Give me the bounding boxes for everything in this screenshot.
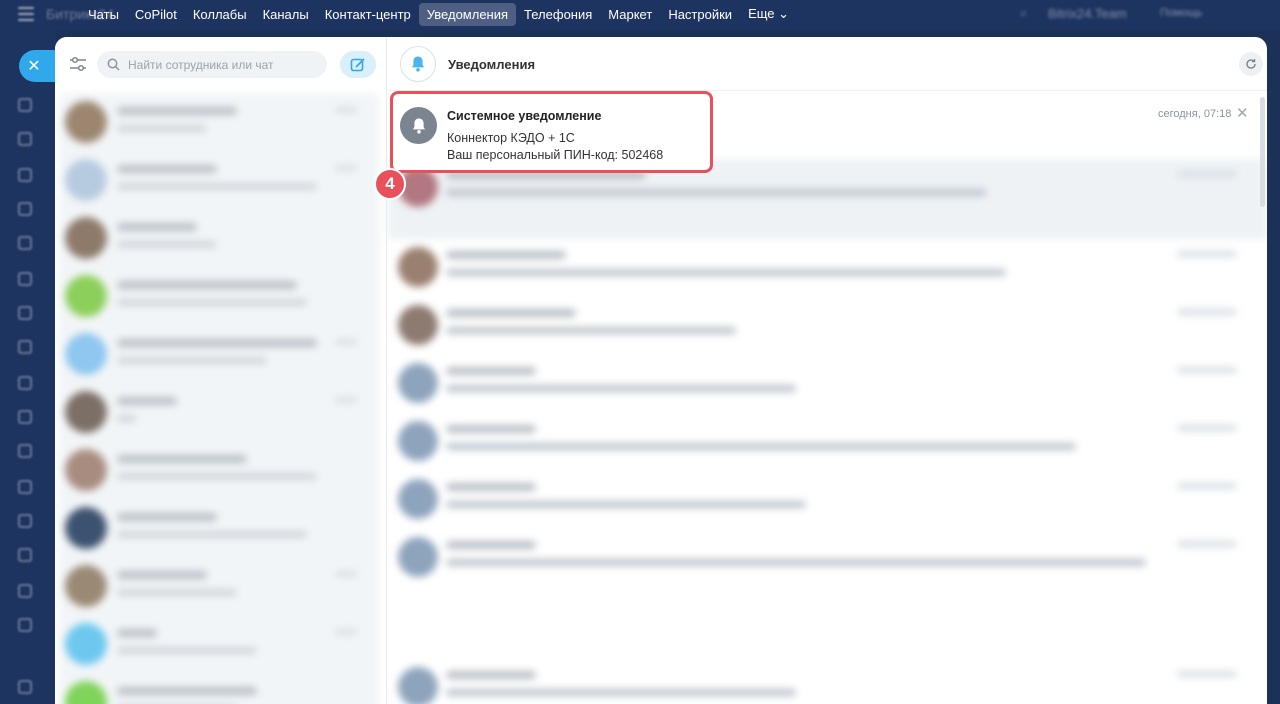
search-placeholder: Найти сотрудника или чат xyxy=(128,57,274,72)
menu-item-collabs[interactable]: Коллабы xyxy=(185,3,255,26)
rail-icon[interactable] xyxy=(18,168,32,182)
list-item[interactable] xyxy=(388,529,1267,659)
list-item[interactable] xyxy=(59,209,379,267)
help-link[interactable]: Помощь xyxy=(1160,7,1203,19)
list-item[interactable] xyxy=(59,557,379,615)
list-item[interactable] xyxy=(388,413,1267,471)
notifications-avatar xyxy=(400,46,436,82)
list-item[interactable] xyxy=(388,239,1267,297)
menu-item-market[interactable]: Маркет xyxy=(600,3,660,26)
list-item[interactable] xyxy=(388,297,1267,355)
filter-icon[interactable] xyxy=(69,56,87,72)
left-rail xyxy=(0,30,56,704)
list-item[interactable] xyxy=(59,441,379,499)
account-name[interactable]: Bitrix24.Team xyxy=(1048,6,1127,21)
bell-icon xyxy=(412,118,425,134)
step-badge: 4 xyxy=(374,168,406,200)
list-item[interactable] xyxy=(388,355,1267,413)
top-navigation-bar: Битрикс24 Чаты CoPilot Коллабы Каналы Ко… xyxy=(0,0,1280,30)
list-item[interactable] xyxy=(388,659,1267,704)
chat-list-column: Найти сотрудника или чат xyxy=(55,37,387,704)
list-item[interactable] xyxy=(59,151,379,209)
search-icon[interactable]: ⌕ xyxy=(1020,5,1027,21)
rail-icon[interactable] xyxy=(18,132,32,146)
list-item[interactable] xyxy=(59,325,379,383)
notification-text-line-1: Коннектор КЭДО + 1С xyxy=(447,131,575,145)
close-icon[interactable]: ✕ xyxy=(1236,104,1249,122)
list-item[interactable] xyxy=(59,673,379,704)
rail-icon[interactable] xyxy=(18,202,32,216)
rail-icon[interactable] xyxy=(18,444,32,458)
menu-item-chats[interactable]: Чаты xyxy=(80,3,127,26)
chat-list xyxy=(59,93,379,704)
compose-icon xyxy=(350,57,365,71)
list-item[interactable] xyxy=(59,93,379,151)
rail-icon[interactable] xyxy=(18,514,32,528)
rail-icon[interactable] xyxy=(18,548,32,562)
notification-text-line-2: Ваш персональный ПИН-код: 502468 xyxy=(447,148,664,162)
rail-icon[interactable] xyxy=(18,340,32,354)
top-menu: Чаты CoPilot Коллабы Каналы Контакт-цент… xyxy=(80,0,797,28)
scrollbar[interactable] xyxy=(1260,97,1265,207)
menu-icon[interactable] xyxy=(18,7,34,21)
close-icon: ✕ xyxy=(27,58,41,75)
menu-item-telephony[interactable]: Телефония xyxy=(516,3,600,26)
system-notification-avatar xyxy=(400,107,437,144)
list-item[interactable] xyxy=(59,267,379,325)
menu-item-notifications[interactable]: Уведомления xyxy=(418,2,517,26)
rail-icon[interactable] xyxy=(18,618,32,632)
bell-icon xyxy=(412,56,424,72)
rail-icon[interactable] xyxy=(18,410,32,424)
rail-icon[interactable] xyxy=(18,306,32,320)
notification-time: сегодня, 07:18 xyxy=(1158,108,1232,120)
rail-icon[interactable] xyxy=(18,376,32,390)
new-chat-button[interactable] xyxy=(340,51,376,78)
rail-icon[interactable] xyxy=(18,98,32,112)
list-item[interactable] xyxy=(59,383,379,441)
menu-item-contact-center[interactable]: Контакт-центр xyxy=(317,3,419,26)
list-item[interactable] xyxy=(59,499,379,557)
menu-item-copilot[interactable]: CoPilot xyxy=(127,3,185,26)
menu-item-channels[interactable]: Каналы xyxy=(255,3,317,26)
list-item[interactable] xyxy=(59,615,379,673)
read-all-button[interactable] xyxy=(1239,52,1263,76)
refresh-icon xyxy=(1246,59,1256,69)
notification-title: Системное уведомление xyxy=(447,109,602,123)
notifications-header: Уведомления xyxy=(388,37,1267,91)
search-input[interactable]: Найти сотрудника или чат xyxy=(97,51,327,78)
rail-icon[interactable] xyxy=(18,480,32,494)
search-icon xyxy=(107,58,120,71)
rail-icon[interactable] xyxy=(18,272,32,286)
notification-list xyxy=(388,91,1267,704)
top-right-area: ⌕ Bitrix24.Team Помощь xyxy=(1010,0,1280,28)
menu-item-more[interactable]: Еще ⌄ xyxy=(740,2,797,26)
rail-icon[interactable] xyxy=(18,584,32,598)
rail-icon[interactable] xyxy=(18,236,32,250)
system-notification-card[interactable]: Системное уведомление Коннектор КЭДО + 1… xyxy=(390,91,713,173)
page-title: Уведомления xyxy=(448,57,536,72)
close-slider-button[interactable]: ✕ xyxy=(19,50,55,82)
rail-icon[interactable] xyxy=(18,680,32,694)
list-item[interactable] xyxy=(388,471,1267,529)
menu-item-settings[interactable]: Настройки xyxy=(660,3,740,26)
